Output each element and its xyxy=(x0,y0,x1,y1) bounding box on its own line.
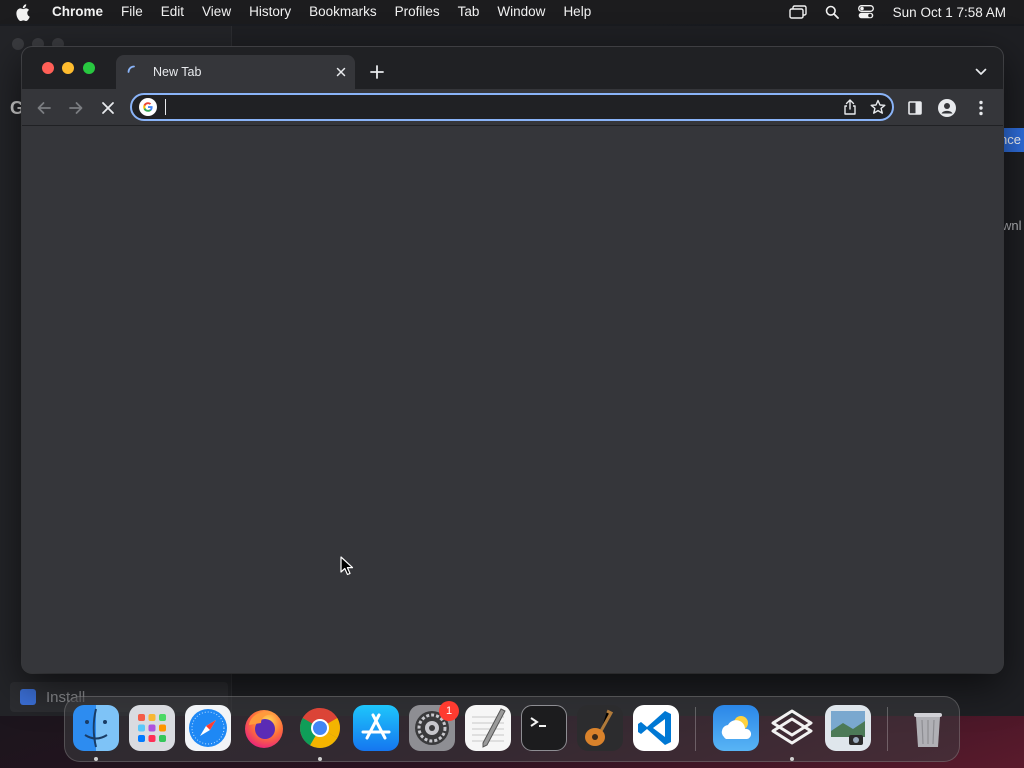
side-panel-button[interactable] xyxy=(901,94,929,122)
finder-running-indicator xyxy=(94,757,98,761)
menu-tab[interactable]: Tab xyxy=(449,0,489,24)
menu-edit[interactable]: Edit xyxy=(152,0,193,24)
control-center-icon[interactable] xyxy=(849,0,883,24)
profile-button[interactable] xyxy=(933,94,961,122)
arrow-right-icon xyxy=(69,102,83,114)
plus-icon xyxy=(370,65,384,79)
menu-window[interactable]: Window xyxy=(488,0,554,24)
menu-bar: Chrome File Edit View History Bookmarks … xyxy=(0,0,1024,24)
installer-icon xyxy=(20,689,36,705)
window-close-button[interactable] xyxy=(42,62,54,74)
chrome-menu-button[interactable] xyxy=(967,94,995,122)
vscode-icon[interactable] xyxy=(633,705,679,751)
tab-new-tab[interactable]: New Tab xyxy=(116,55,355,89)
background-blue-button[interactable]: nce xyxy=(1000,128,1024,152)
installer-icon[interactable] xyxy=(769,705,815,751)
dock-separator xyxy=(887,707,888,751)
menu-bookmarks[interactable]: Bookmarks xyxy=(300,0,386,24)
bookmark-star-icon[interactable] xyxy=(864,95,892,119)
side-panel-icon xyxy=(908,101,922,115)
menu-help[interactable]: Help xyxy=(554,0,600,24)
menu-file[interactable]: File xyxy=(112,0,152,24)
omnibox-input[interactable] xyxy=(157,96,836,118)
loading-spinner-icon xyxy=(127,65,135,73)
notification-badge: 1 xyxy=(439,701,459,721)
menu-history[interactable]: History xyxy=(240,0,300,24)
back-button[interactable] xyxy=(30,94,58,122)
firefox-icon[interactable] xyxy=(241,705,287,751)
chrome-icon[interactable] xyxy=(297,705,343,751)
app-store-icon[interactable] xyxy=(353,705,399,751)
launchpad-icon[interactable] xyxy=(129,705,175,751)
weather-icon[interactable] xyxy=(713,705,759,751)
chrome-running-indicator xyxy=(318,757,322,761)
browser-toolbar xyxy=(22,89,1003,126)
menu-app-name[interactable]: Chrome xyxy=(44,0,112,24)
profile-avatar-icon xyxy=(938,99,956,117)
background-download-text: wnl xyxy=(1002,218,1022,233)
preview-icon[interactable] xyxy=(825,705,871,751)
screen-mirroring-icon[interactable] xyxy=(781,0,815,24)
trash-icon[interactable] xyxy=(905,705,951,751)
chrome-window: New Tab xyxy=(22,47,1003,673)
dock: 1 xyxy=(64,696,960,762)
page-content-area[interactable] xyxy=(22,127,1003,673)
forward-button[interactable] xyxy=(62,94,90,122)
more-vertical-icon xyxy=(979,100,983,116)
installer-running-indicator xyxy=(790,757,794,761)
dock-separator xyxy=(695,707,696,751)
close-icon xyxy=(102,102,114,114)
garageband-icon[interactable] xyxy=(577,705,623,751)
terminal-icon[interactable] xyxy=(521,705,567,751)
new-tab-button[interactable] xyxy=(365,60,389,84)
apple-menu-icon[interactable] xyxy=(0,0,44,24)
mouse-pointer-icon xyxy=(340,556,354,576)
share-icon[interactable] xyxy=(836,95,864,119)
tab-search-button[interactable] xyxy=(969,60,993,84)
tab-close-icon[interactable] xyxy=(330,61,352,83)
text-cursor xyxy=(165,99,166,115)
menu-bar-status-area: Sun Oct 1 7:58 AM xyxy=(781,0,1024,24)
address-bar[interactable] xyxy=(130,93,894,121)
menu-view[interactable]: View xyxy=(193,0,240,24)
safari-icon[interactable] xyxy=(185,705,231,751)
finder-icon[interactable] xyxy=(73,705,119,751)
tab-title: New Tab xyxy=(153,65,202,79)
menu-profiles[interactable]: Profiles xyxy=(386,0,449,24)
spotlight-search-icon[interactable] xyxy=(815,0,849,24)
arrow-left-icon xyxy=(37,102,51,114)
system-settings-icon[interactable]: 1 xyxy=(409,701,459,751)
window-zoom-button[interactable] xyxy=(83,62,95,74)
menu-bar-clock[interactable]: Sun Oct 1 7:58 AM xyxy=(883,5,1006,20)
chevron-down-icon xyxy=(975,68,987,75)
tab-strip: New Tab xyxy=(22,47,1003,89)
google-g-icon xyxy=(139,98,157,116)
textedit-icon[interactable] xyxy=(465,705,511,751)
window-minimize-button[interactable] xyxy=(62,62,74,74)
stop-loading-button[interactable] xyxy=(94,94,122,122)
